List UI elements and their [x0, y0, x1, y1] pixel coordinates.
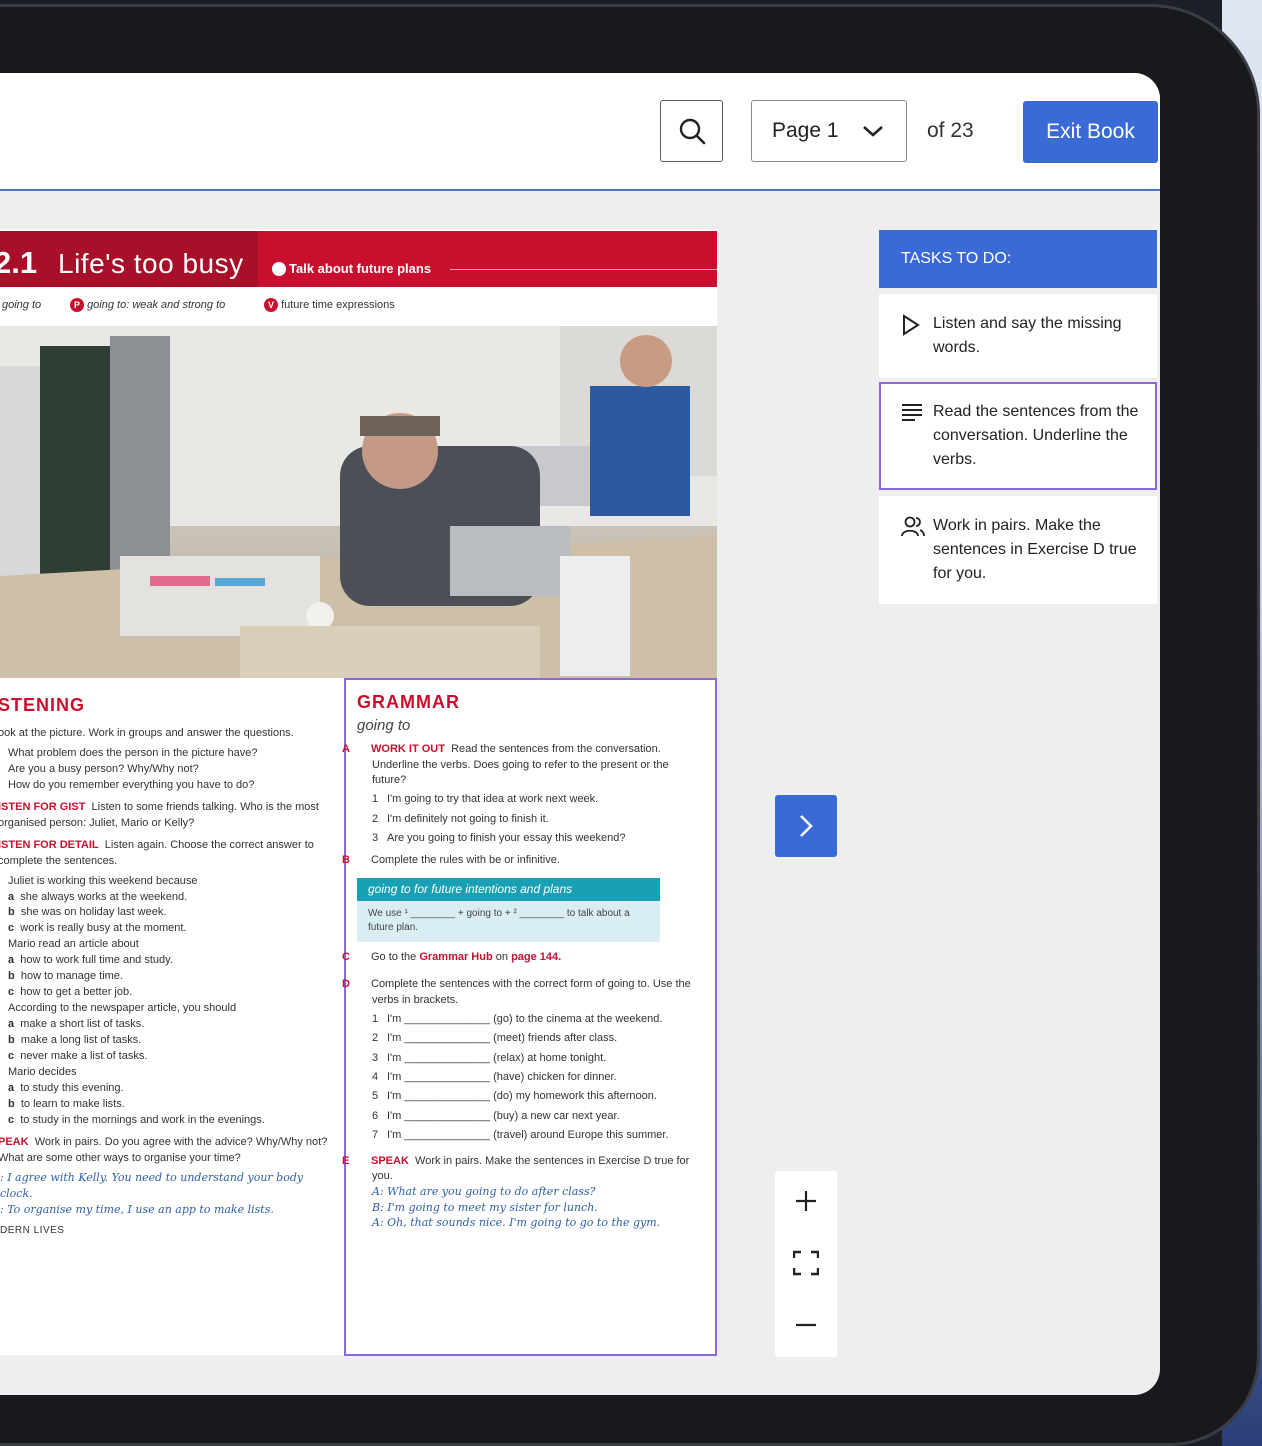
exercise-a: A WORK IT OUT Read the sentences from the…: [342, 742, 705, 846]
detail-item-stem: According to the newspaper article, you …: [8, 1002, 237, 1015]
app-screen: Page 1 of 23 Exit Book 2.1 Life's too bu…: [0, 73, 1160, 1395]
chevron-right-icon: [800, 815, 813, 837]
book-page: 2.1 Life's too busy Talk about future pl…: [0, 229, 717, 1356]
objective-grammar: going to: [2, 299, 42, 311]
detail-option: b how to manage time.: [8, 970, 123, 983]
listen-for-detail: ISTEN FOR DETAIL Listen again. Choose th…: [0, 838, 314, 867]
unit-title: Life's too busy: [58, 248, 244, 279]
detail-option: c how to get a better job.: [8, 986, 133, 999]
top-toolbar: Page 1 of 23 Exit Book: [0, 73, 1160, 191]
dialogue-line: A: What are you going to do after class?: [372, 1185, 596, 1199]
detail-option: a to study this evening.: [8, 1081, 124, 1094]
unit-number: 2.1: [0, 245, 38, 280]
chevron-down-icon: [863, 126, 883, 137]
example-answer: : I agree with Kelly. You need to unders…: [0, 1171, 304, 1201]
zoom-in-button[interactable]: [775, 1171, 837, 1231]
question-item: How do you remember everything you have …: [8, 778, 255, 791]
detail-item-stem: Juliet is working this weekend because: [8, 874, 198, 887]
tasks-heading: TASKS TO DO:: [879, 230, 1157, 288]
exercise-d: D Complete the sentences with the correct…: [342, 977, 705, 1144]
grammar-subheading: going to: [357, 717, 411, 735]
exercise-d-item: 7 I'm ______________ (travel) around Euro…: [372, 1129, 669, 1142]
tasks-panel: TASKS TO DO: Listen and say the missing …: [879, 230, 1157, 604]
office-photo: [0, 326, 717, 678]
task-label: Work in pairs. Make the sentences in Exe…: [933, 517, 1137, 582]
task-label: Listen and say the missing words.: [933, 315, 1122, 356]
exercise-c: C Go to the Grammar Hub on page 144.: [342, 950, 562, 963]
exercise-d-item: 4 I'm ______________ (have) chicken for d…: [372, 1071, 617, 1084]
goal-dot-icon: [272, 261, 286, 276]
zoom-controls: [775, 1171, 837, 1357]
listen-for-gist: ISTEN FOR GIST Listen to some friends ta…: [0, 800, 319, 829]
search-button[interactable]: [660, 100, 723, 162]
objective-pronunciation: P going to: weak and strong to: [70, 298, 225, 312]
detail-option: a she always works at the weekend.: [8, 890, 188, 903]
listening-section: STENING ook at the picture. Work in grou…: [0, 692, 330, 1239]
exit-book-button[interactable]: Exit Book: [1023, 101, 1158, 163]
dialogue-line: A: Oh, that sounds nice. I'm going to go…: [372, 1216, 661, 1230]
listening-heading: STENING: [0, 695, 86, 715]
exercise-e: E SPEAK Work in pairs. Make the sentences…: [342, 1154, 705, 1231]
detail-option: a how to work full time and study.: [8, 954, 173, 967]
pronunciation-badge: P: [70, 298, 84, 312]
page-link[interactable]: page 144.: [511, 951, 561, 963]
page-footer: DERN LIVES: [0, 1225, 65, 1237]
grammar-heading: GRAMMAR: [357, 692, 460, 712]
exercise-d-item: 5 I'm ______________ (do) my homework thi…: [372, 1090, 657, 1103]
exercise-d-item: 2 I'm ______________ (meet) friends after…: [372, 1032, 618, 1045]
unit-goal: Talk about future plans: [272, 261, 717, 276]
play-icon: [903, 314, 920, 336]
next-page-button[interactable]: [775, 795, 837, 857]
detail-option: c work is really busy at the moment.: [8, 922, 187, 935]
detail-option: c to study in the mornings and work in t…: [8, 1113, 265, 1126]
exercise-a-item: 3 Are you going to finish your essay this…: [372, 832, 626, 845]
objective-vocabulary: V future time expressions: [264, 298, 395, 312]
rule-heading: going to for future intentions and plans: [357, 877, 660, 901]
rule-body: We use ¹ ________ + going to + ² _______…: [357, 900, 660, 942]
grammar-section: GRAMMAR going to A WORK IT OUT Read the s…: [342, 678, 717, 1356]
page-count: of 23: [927, 119, 974, 142]
detail-option: b make a long list of tasks.: [8, 1033, 142, 1046]
grammar-rule-box: going to for future intentions and plans…: [357, 877, 660, 942]
detail-item-stem: Mario decides: [8, 1065, 77, 1078]
grammar-hub-link[interactable]: Grammar Hub: [419, 951, 492, 963]
people-icon: [901, 516, 925, 537]
text-lines-icon: [902, 404, 922, 421]
unit-objectives: going to P going to: weak and strong to …: [0, 295, 717, 317]
detail-option: b she was on holiday last week.: [8, 906, 167, 919]
question-item: What problem does the person in the pict…: [8, 747, 258, 760]
task-label: Read the sentences from the conversation…: [933, 403, 1139, 468]
exercise-d-item: 6 I'm ______________ (buy) a new car next…: [372, 1109, 620, 1122]
example-answer: : To organise my time, I use an app to m…: [0, 1203, 274, 1217]
page-select[interactable]: Page 1: [751, 100, 907, 162]
exercise-a-item: 2 I'm definitely not going to finish it.: [372, 812, 549, 825]
unit-header: 2.1 Life's too busy Talk about future pl…: [0, 231, 717, 287]
detail-option: a make a short list of tasks.: [8, 1018, 145, 1031]
listening-intro: ook at the picture. Work in groups and a…: [0, 727, 294, 740]
exercise-d-item: 1 I'm ______________ (go) to the cinema a…: [372, 1012, 663, 1025]
detail-option: c never make a list of tasks.: [8, 1049, 148, 1062]
task-item-read[interactable]: Read the sentences from the conversation…: [879, 382, 1157, 490]
plus-icon: [796, 1191, 816, 1211]
fullscreen-button[interactable]: [775, 1233, 837, 1293]
question-item: Are you a busy person? Why/Why not?: [8, 762, 199, 775]
dialogue-line: B: I'm going to meet my sister for lunch…: [372, 1200, 598, 1214]
detail-item-stem: Mario read an article about: [8, 938, 139, 951]
vocabulary-badge: V: [264, 298, 278, 312]
zoom-out-button[interactable]: [775, 1295, 837, 1355]
search-icon: [679, 118, 705, 145]
minus-icon: [796, 1323, 816, 1327]
fullscreen-icon: [793, 1250, 819, 1276]
tablet-frame: Page 1 of 23 Exit Book 2.1 Life's too bu…: [0, 4, 1260, 1446]
task-item-listen[interactable]: Listen and say the missing words.: [879, 294, 1157, 378]
detail-option: b to learn to make lists.: [8, 1097, 125, 1110]
exercise-d-item: 3 I'm ______________ (relax) at home toni…: [372, 1051, 607, 1064]
exercise-a-item: 1 I'm going to try that idea at work next…: [372, 793, 599, 806]
exercise-b: B Complete the rules with be or infinitiv…: [342, 853, 560, 866]
page-select-value: Page 1: [772, 119, 839, 142]
speak-exercise: PEAK Work in pairs. Do you agree with th…: [0, 1135, 328, 1164]
task-item-pairs[interactable]: Work in pairs. Make the sentences in Exe…: [879, 496, 1157, 604]
